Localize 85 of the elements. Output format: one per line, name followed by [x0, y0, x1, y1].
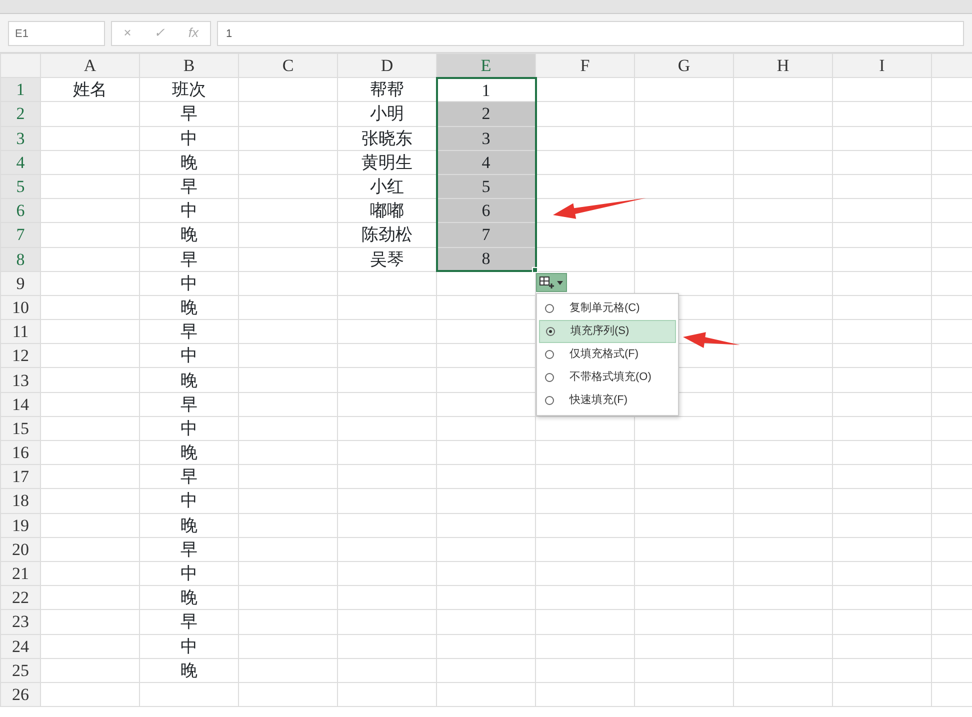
table-cell: 中 — [140, 634, 238, 658]
table-cell: 早 — [140, 102, 238, 126]
row-header[interactable]: 10 — [0, 295, 40, 320]
table-cell: 班次 — [140, 78, 238, 102]
column-header[interactable]: E — [436, 54, 536, 78]
row-header[interactable]: 5 — [0, 174, 40, 199]
row-header[interactable]: 6 — [0, 198, 40, 223]
table-cell: 晚 — [140, 440, 238, 465]
table-cell: 中 — [140, 416, 238, 440]
table-cell: 早 — [140, 320, 238, 344]
row-header[interactable]: 14 — [0, 392, 40, 416]
row-header[interactable]: 20 — [0, 537, 40, 562]
table-cell: 姓名 — [40, 78, 140, 102]
column-header[interactable]: D — [338, 54, 436, 78]
table-cell: 晚 — [140, 295, 238, 320]
table-cell: 2 — [436, 102, 536, 126]
radio-button[interactable] — [544, 396, 554, 406]
row-header[interactable]: 3 — [0, 126, 40, 150]
menu-item[interactable]: 复制单元格(C) — [538, 297, 676, 320]
table-cell: 中 — [140, 561, 238, 586]
column-header[interactable]: F — [536, 54, 634, 78]
column-header[interactable]: G — [634, 54, 734, 78]
row-header[interactable]: 18 — [0, 488, 40, 514]
table-cell: 早 — [140, 610, 238, 634]
table-cell: 早 — [140, 537, 238, 562]
table-cell: 3 — [436, 126, 536, 150]
menu-item[interactable]: 快速填充(F) — [538, 389, 676, 412]
row-header[interactable]: 15 — [0, 416, 40, 440]
row-header[interactable]: 22 — [0, 586, 40, 610]
column-header[interactable]: B — [140, 54, 238, 78]
table-cell: 晚 — [140, 586, 238, 610]
table-cell: 中 — [140, 488, 238, 514]
table-cell: 晚 — [140, 368, 238, 392]
table-cell: 中 — [140, 126, 238, 150]
table-cell: 晚 — [140, 513, 238, 538]
row-header[interactable]: 19 — [0, 513, 40, 538]
column-header[interactable]: C — [238, 54, 338, 78]
table-cell: 早 — [140, 174, 238, 199]
table-cell: 中 — [140, 344, 238, 368]
row-header[interactable]: 13 — [0, 368, 40, 392]
row-header[interactable]: 12 — [0, 344, 40, 368]
radio-button[interactable] — [546, 327, 554, 336]
table-cell: 7 — [436, 222, 536, 247]
table-cell: 早 — [140, 464, 238, 489]
radio-button[interactable] — [544, 373, 554, 382]
menu-item[interactable]: 仅填充格式(F) — [538, 343, 676, 366]
row-header[interactable]: 8 — [0, 247, 40, 272]
table-cell: 晚 — [140, 658, 238, 682]
table-cell: 中 — [140, 198, 238, 223]
name-box[interactable]: E1 — [8, 20, 105, 46]
row-header[interactable]: 26 — [0, 682, 40, 707]
row-header[interactable]: 1 — [0, 78, 40, 102]
autofill-options-button[interactable] — [536, 273, 566, 292]
table-cell: 8 — [436, 247, 536, 272]
row-header[interactable]: 11 — [0, 320, 40, 344]
radio-button[interactable] — [544, 350, 554, 360]
table-cell: 早 — [140, 392, 238, 416]
annotation-arrow — [683, 332, 740, 348]
menu-item[interactable]: 不带格式填充(O) — [538, 366, 676, 390]
fill-options-icon — [538, 276, 554, 290]
table-cell: 6 — [436, 198, 536, 223]
formula-input[interactable]: 1 — [217, 20, 964, 46]
row-header[interactable]: 24 — [0, 634, 40, 658]
column-header[interactable]: H — [734, 54, 832, 78]
column-header[interactable]: A — [40, 54, 140, 78]
row-header[interactable]: 21 — [0, 561, 40, 586]
row-header[interactable]: 16 — [0, 440, 40, 465]
table-cell: 1 — [436, 78, 536, 102]
table-cell: 晚 — [140, 150, 238, 174]
table-cell: 4 — [436, 150, 536, 174]
radio-button[interactable] — [544, 304, 554, 314]
table-cell: 晚 — [140, 222, 238, 247]
row-header[interactable]: 25 — [0, 658, 40, 682]
caret-icon — [556, 280, 562, 285]
row-header[interactable]: 17 — [0, 464, 40, 489]
column-header[interactable]: I — [832, 54, 932, 78]
row-header[interactable]: 23 — [0, 610, 40, 634]
table-cell: 早 — [140, 247, 238, 272]
table-cell: 5 — [436, 174, 536, 199]
table-cell: 中 — [140, 271, 238, 296]
row-header[interactable]: 2 — [0, 102, 40, 126]
menu-item[interactable]: 填充序列(S) — [538, 320, 676, 344]
row-header[interactable]: 9 — [0, 271, 40, 296]
row-header[interactable]: 4 — [0, 150, 40, 174]
row-header[interactable]: 7 — [0, 222, 40, 247]
